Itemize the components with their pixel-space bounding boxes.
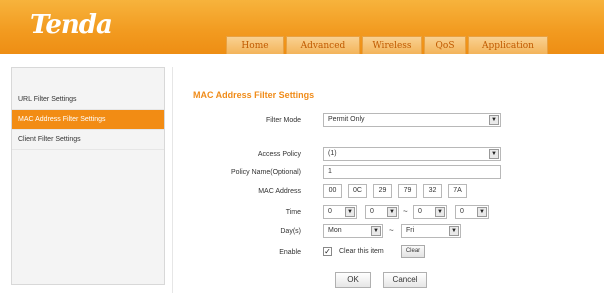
filter-mode-select[interactable]: Permit Only ▼ [323, 113, 501, 127]
sidebar: URL Filter Settings MAC Address Filter S… [11, 67, 165, 285]
main-nav-tabs: Home Advanced Wireless QoS Application [226, 36, 550, 54]
time-row: Time 0 ▼ 0 ▼ ~ 0 ▼ 0 ▼ [173, 205, 604, 221]
mac-octet-6[interactable]: 7A [448, 184, 467, 198]
day-to-select[interactable]: Fri ▼ [401, 224, 461, 238]
access-policy-label: Access Policy [257, 151, 301, 158]
time-separator: ~ [403, 207, 408, 216]
main-content: MAC Address Filter Settings Filter Mode … [172, 67, 604, 293]
page-title: MAC Address Filter Settings [193, 90, 315, 100]
chevron-down-icon: ▼ [387, 207, 397, 217]
filter-mode-value: Permit Only [328, 116, 365, 123]
start-hour-value: 0 [328, 208, 332, 215]
mac-octet-3[interactable]: 29 [373, 184, 392, 198]
days-row: Day(s) Mon ▼ ~ Fri ▼ [173, 224, 604, 240]
start-hour-select[interactable]: 0 ▼ [323, 205, 357, 219]
sidebar-item-client-filter[interactable]: Client Filter Settings [12, 130, 164, 150]
policy-name-row: Policy Name(Optional) 1 [173, 165, 604, 181]
chevron-down-icon: ▼ [435, 207, 445, 217]
start-min-select[interactable]: 0 ▼ [365, 205, 399, 219]
mac-octet-1[interactable]: 00 [323, 184, 342, 198]
end-min-value: 0 [460, 208, 464, 215]
tab-home[interactable]: Home [226, 36, 284, 54]
access-policy-row: Access Policy (1) ▼ [173, 147, 604, 163]
action-buttons: OK Cancel [173, 272, 604, 288]
day-to-value: Fri [406, 227, 415, 234]
tab-advanced[interactable]: Advanced [286, 36, 360, 54]
mac-octet-5[interactable]: 32 [423, 184, 442, 198]
days-label: Day(s) [280, 228, 301, 235]
access-policy-select[interactable]: (1) ▼ [323, 147, 501, 161]
enable-label: Enable [279, 249, 301, 256]
mac-address-label: MAC Address [258, 188, 301, 195]
mac-address-row: MAC Address 00 0C 29 79 32 7A [173, 184, 604, 200]
tab-qos[interactable]: QoS [424, 36, 466, 54]
top-header: Tenda Home Advanced Wireless QoS Applica… [0, 0, 604, 54]
chevron-down-icon: ▼ [449, 226, 459, 236]
sidebar-item-mac-filter[interactable]: MAC Address Filter Settings [12, 110, 164, 130]
chevron-down-icon: ▼ [489, 115, 499, 125]
day-from-value: Mon [328, 227, 342, 234]
enable-controls: ✓ Clear this item Clear [323, 245, 443, 261]
ok-button[interactable]: OK [335, 272, 371, 288]
day-from-select[interactable]: Mon ▼ [323, 224, 383, 238]
end-min-select[interactable]: 0 ▼ [455, 205, 489, 219]
cancel-button[interactable]: Cancel [383, 272, 427, 288]
filter-mode-label: Filter Mode [265, 117, 301, 124]
filter-mode-row: Filter Mode Permit Only ▼ [173, 113, 604, 129]
chevron-down-icon: ▼ [371, 226, 381, 236]
mac-octet-4[interactable]: 79 [398, 184, 417, 198]
tab-application[interactable]: Application [468, 36, 548, 54]
clear-button[interactable]: Clear [401, 245, 425, 258]
policy-name-input[interactable]: 1 [323, 165, 501, 179]
check-icon: ✓ [324, 247, 331, 256]
chevron-down-icon: ▼ [489, 149, 499, 159]
sidebar-item-url-filter[interactable]: URL Filter Settings [12, 90, 164, 110]
enable-row: Enable ✓ Clear this item Clear [173, 245, 604, 261]
access-policy-value: (1) [328, 150, 337, 157]
end-hour-select[interactable]: 0 ▼ [413, 205, 447, 219]
tab-wireless[interactable]: Wireless [362, 36, 422, 54]
start-min-value: 0 [370, 208, 374, 215]
chevron-down-icon: ▼ [477, 207, 487, 217]
days-separator: ~ [389, 226, 394, 235]
chevron-down-icon: ▼ [345, 207, 355, 217]
end-hour-value: 0 [418, 208, 422, 215]
time-label: Time [285, 209, 301, 216]
policy-name-label: Policy Name(Optional) [230, 169, 301, 176]
mac-octet-2[interactable]: 0C [348, 184, 367, 198]
clear-item-text: Clear this item [339, 248, 384, 255]
tenda-logo: Tenda [30, 10, 113, 40]
enable-checkbox[interactable]: ✓ [323, 247, 332, 256]
